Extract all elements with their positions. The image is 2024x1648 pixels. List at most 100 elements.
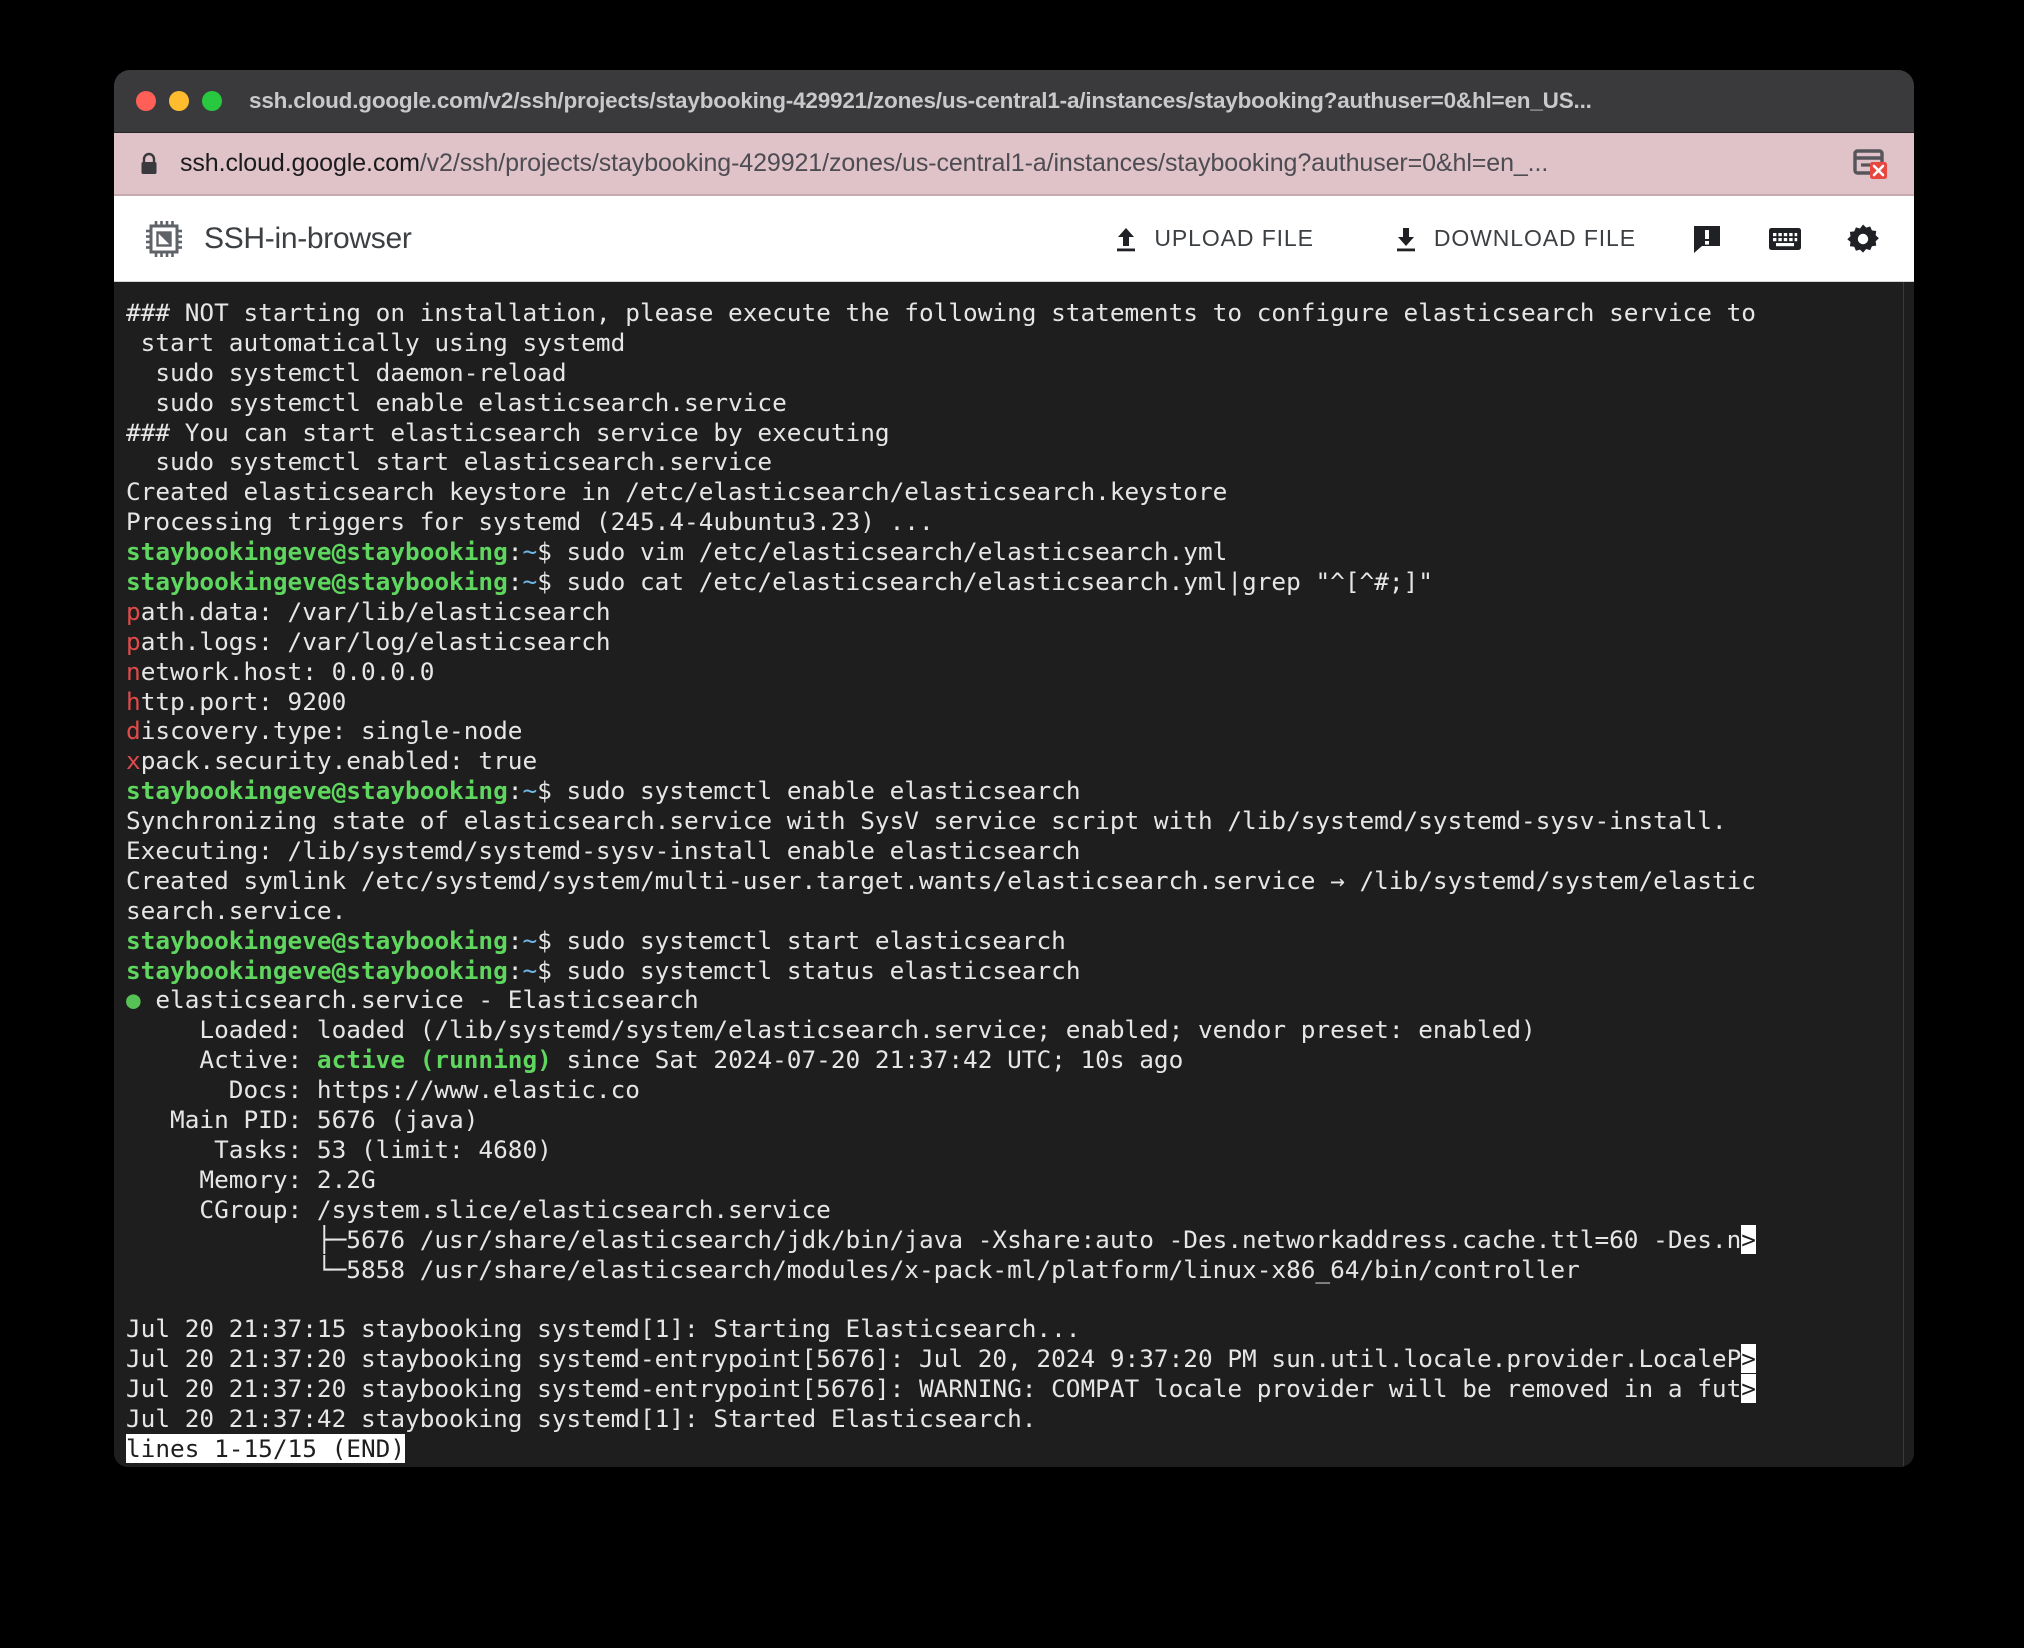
terminal-line: staybookingeve@staybooking:~$ sudo syste… xyxy=(126,926,1914,956)
terminal-line: Created symlink /etc/systemd/system/mult… xyxy=(126,866,1914,896)
terminal-prompt-dollar: $ xyxy=(537,925,567,955)
terminal-prompt-sep: : xyxy=(507,567,523,597)
terminal-text: CGroup: /system.slice/elasticsearch.serv… xyxy=(126,1194,831,1224)
download-file-button[interactable]: DOWNLOAD FILE xyxy=(1376,215,1652,263)
terminal-text: ath.logs: /var/log/elasticsearch xyxy=(140,626,611,656)
terminal-text: iscovery.type: single-node xyxy=(140,716,523,746)
terminal-line: ├─5676 /usr/share/elasticsearch/jdk/bin/… xyxy=(126,1224,1914,1255)
terminal-text: ### NOT starting on installation, please… xyxy=(126,298,1756,327)
terminal-command: sudo systemctl enable elasticsearch xyxy=(566,776,1081,806)
terminal-prompt-cwd: ~ xyxy=(522,537,538,567)
terminal-prompt-cwd: ~ xyxy=(522,925,538,955)
terminal-text: Main PID: 5676 (java) xyxy=(126,1105,479,1135)
terminal-line: path.data: /var/lib/elasticsearch xyxy=(126,597,1914,627)
pager-status-text: lines 1-15/15 (END) xyxy=(126,1433,406,1463)
chip-icon xyxy=(142,217,186,261)
terminal-text: elasticsearch.service - Elasticsearch xyxy=(140,985,699,1015)
terminal-text: Tasks: 53 (limit: 4680) xyxy=(126,1134,552,1164)
terminal-text: sudo systemctl daemon-reload xyxy=(126,357,567,387)
window-title: ssh.cloud.google.com/v2/ssh/projects/sta… xyxy=(249,88,1592,113)
url-text[interactable]: ssh.cloud.google.com/v2/ssh/projects/sta… xyxy=(180,149,1832,178)
terminal-line: Jul 20 21:37:20 staybooking systemd-entr… xyxy=(126,1344,1914,1374)
terminal-line: CGroup: /system.slice/elasticsearch.serv… xyxy=(126,1195,1914,1225)
terminal-text: Loaded: loaded (/lib/systemd/system/elas… xyxy=(126,1015,1536,1045)
terminal-line: Active: active (running) since Sat 2024-… xyxy=(126,1045,1914,1075)
terminal-text: └─5858 /usr/share/elasticsearch/modules/… xyxy=(126,1254,1580,1284)
terminal-line: start automatically using systemd xyxy=(126,328,1914,358)
terminal-text: Processing triggers for systemd (245.4-4… xyxy=(126,507,934,537)
terminal-text: Synchronizing state of elasticsearch.ser… xyxy=(126,806,1727,836)
grep-match: h xyxy=(126,686,141,716)
window-titlebar: ssh.cloud.google.com/v2/ssh/projects/sta… xyxy=(114,70,1914,133)
line-truncation-marker: > xyxy=(1741,1374,1756,1404)
terminal-line: xpack.security.enabled: true xyxy=(126,746,1914,776)
terminal-command: sudo systemctl status elasticsearch xyxy=(566,955,1081,985)
terminal-line: Synchronizing state of elasticsearch.ser… xyxy=(126,806,1914,836)
terminal-text: ath.data: /var/lib/elasticsearch xyxy=(140,596,611,626)
terminal-prompt-user: staybookingeve@staybooking xyxy=(126,776,508,806)
feedback-icon[interactable] xyxy=(1684,216,1730,262)
popup-blocked-icon[interactable] xyxy=(1850,143,1892,185)
terminal-text: start automatically using systemd xyxy=(126,327,626,357)
grep-match: n xyxy=(126,656,141,686)
terminal-line: Jul 20 21:37:20 staybooking systemd-entr… xyxy=(126,1374,1914,1404)
terminal-line: Created elasticsearch keystore in /etc/e… xyxy=(126,477,1914,507)
terminal-prompt-dollar: $ xyxy=(537,955,567,985)
terminal-line: ### NOT starting on installation, please… xyxy=(126,298,1914,328)
pager-status-line: lines 1-15/15 (END) xyxy=(126,1433,1914,1464)
download-icon xyxy=(1392,225,1420,253)
window-maximize-button[interactable] xyxy=(202,91,222,111)
gear-icon[interactable] xyxy=(1840,216,1886,262)
keyboard-icon[interactable] xyxy=(1762,216,1808,262)
terminal-prompt-cwd: ~ xyxy=(522,955,538,985)
url-host: ssh.cloud.google.com xyxy=(180,149,420,177)
terminal-prompt-user: staybookingeve@staybooking xyxy=(126,537,508,567)
terminal-text: Active: xyxy=(126,1045,317,1075)
line-truncation-marker: > xyxy=(1741,1224,1756,1254)
terminal-prompt-user: staybookingeve@staybooking xyxy=(126,955,508,985)
grep-match: p xyxy=(126,626,141,656)
terminal-text: Executing: /lib/systemd/systemd-sysv-ins… xyxy=(126,836,1081,866)
terminal-prompt-dollar: $ xyxy=(537,567,567,597)
download-file-label: DOWNLOAD FILE xyxy=(1433,225,1636,251)
terminal-prompt-sep: : xyxy=(507,925,523,955)
terminal-prompt-cwd: ~ xyxy=(522,776,538,806)
url-path: /v2/ssh/projects/staybooking-429921/zone… xyxy=(419,149,1549,177)
terminal-prompt-sep: : xyxy=(507,537,523,567)
ssh-app-header: SSH-in-browser UPLOAD FILE DOWNLOAD FILE xyxy=(114,196,1914,282)
window-close-button[interactable] xyxy=(136,91,156,111)
upload-file-button[interactable]: UPLOAD FILE xyxy=(1096,215,1329,263)
terminal-prompt-cwd: ~ xyxy=(522,567,538,597)
terminal-prompt-dollar: $ xyxy=(537,537,567,567)
window-minimize-button[interactable] xyxy=(169,91,189,111)
terminal-line: Processing triggers for systemd (245.4-4… xyxy=(126,507,1914,537)
terminal-line: sudo systemctl daemon-reload xyxy=(126,358,1914,388)
terminal-prompt-sep: : xyxy=(507,776,523,806)
terminal-text: ttp.port: 9200 xyxy=(140,686,347,716)
terminal-lines: ### NOT starting on installation, please… xyxy=(114,298,1914,1464)
browser-address-bar[interactable]: ssh.cloud.google.com/v2/ssh/projects/sta… xyxy=(114,133,1914,196)
terminal-text: pack.security.enabled: true xyxy=(140,746,538,776)
terminal-command: sudo systemctl start elasticsearch xyxy=(566,925,1066,955)
terminal-line: staybookingeve@staybooking:~$ sudo syste… xyxy=(126,776,1914,806)
line-truncation-marker: > xyxy=(1741,1344,1756,1374)
terminal-text: since Sat 2024-07-20 21:37:42 UTC; 10s a… xyxy=(551,1045,1184,1075)
terminal-line: sudo systemctl start elasticsearch.servi… xyxy=(126,447,1914,477)
terminal-line: Memory: 2.2G xyxy=(126,1165,1914,1195)
terminal-line: Main PID: 5676 (java) xyxy=(126,1105,1914,1135)
ssh-app-title: SSH-in-browser xyxy=(204,221,412,255)
terminal-prompt-dollar: $ xyxy=(537,776,567,806)
ssh-brand: SSH-in-browser xyxy=(142,217,412,261)
terminal-line: discovery.type: single-node xyxy=(126,716,1914,746)
lock-icon xyxy=(138,151,160,177)
terminal-line: sudo systemctl enable elasticsearch.serv… xyxy=(126,388,1914,418)
grep-match: d xyxy=(126,716,141,746)
terminal-prompt-sep: : xyxy=(507,955,523,985)
terminal-scrollbar[interactable] xyxy=(1903,282,1914,1467)
browser-window: ssh.cloud.google.com/v2/ssh/projects/sta… xyxy=(114,70,1914,1467)
terminal-text: ### You can start elasticsearch service … xyxy=(126,417,890,447)
terminal-output[interactable]: ### NOT starting on installation, please… xyxy=(114,282,1914,1467)
terminal-command: sudo cat /etc/elasticsearch/elasticsearc… xyxy=(566,567,1433,597)
status-bullet-icon: ● xyxy=(126,985,141,1015)
